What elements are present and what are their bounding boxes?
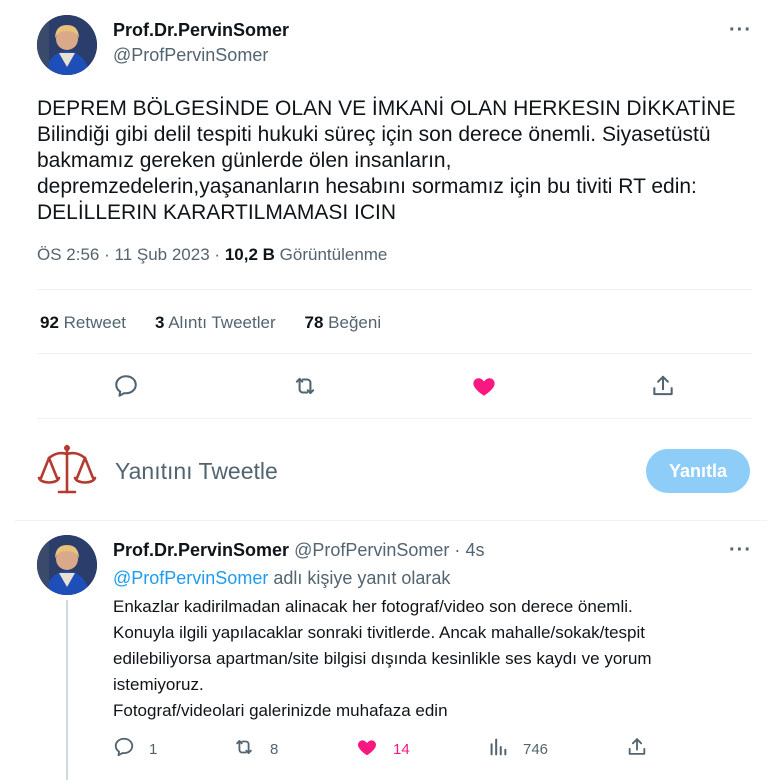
retweet-icon[interactable] xyxy=(289,370,321,402)
share-icon[interactable] xyxy=(626,736,648,763)
like-stat[interactable]: 78 Beğeni xyxy=(305,313,382,332)
divider xyxy=(37,418,752,419)
heart-icon[interactable] xyxy=(355,736,379,763)
divider xyxy=(37,289,752,290)
reply-avatar[interactable] xyxy=(37,535,97,595)
view-count: 746 xyxy=(523,740,549,758)
replying-to-suffix: adlı kişiye yanıt olarak xyxy=(268,568,451,588)
reply-line: edilebiliyorsa apartman/site bilgisi dış… xyxy=(113,649,652,668)
reply-text: Enkazlar kadirilmadan alinacak her fotog… xyxy=(113,594,763,724)
author-name[interactable]: Prof.Dr.PervinSomer xyxy=(113,20,289,41)
reply-dot: · xyxy=(454,540,461,560)
reply-line: Konuyla ilgili yapılacaklar sonraki tivi… xyxy=(113,623,645,642)
reply-action-retweet[interactable]: 8 xyxy=(232,736,278,762)
tweet-line: bakmamız gereken günlerde ölen insanları… xyxy=(37,149,452,172)
tweet-text: DEPREM BÖLGESİNDE OLAN VE İMKANİ OLAN HE… xyxy=(37,96,767,226)
replying-to-mention[interactable]: @ProfPervinSomer xyxy=(113,568,268,588)
reply-more-options-icon[interactable]: ··· xyxy=(729,539,752,562)
meta-separator: · xyxy=(104,245,110,264)
share-icon[interactable] xyxy=(647,370,679,402)
avatar[interactable] xyxy=(37,15,97,75)
views-label: Görüntülenme xyxy=(279,245,388,264)
reply-icon[interactable] xyxy=(110,370,142,402)
tweet-line: Bilindiği gibi delil tespiti hukuki süre… xyxy=(37,123,711,146)
quote-stat[interactable]: 3 Alıntı Tweetler xyxy=(155,313,276,332)
replying-to: @ProfPervinSomer adlı kişiye yanıt olara… xyxy=(113,568,450,589)
like-count: 14 xyxy=(393,740,410,758)
scales-of-justice-icon xyxy=(37,438,97,498)
reply-line: Fotograf/videolari galerinizde muhafaza … xyxy=(113,701,448,720)
tweet-date[interactable]: 11 Şub 2023 xyxy=(115,245,210,264)
reply-action-views[interactable]: 746 xyxy=(487,736,548,762)
tweet-meta: ÖS 2:56 · 11 Şub 2023 · 10,2 B Görüntüle… xyxy=(37,245,387,265)
reply-button[interactable]: Yanıtla xyxy=(646,449,750,493)
tweet-stats: 92 Retweet 3 Alıntı Tweetler 78 Beğeni xyxy=(40,313,381,333)
tweet-line: DELİLLERIN KARARTILMAMASI ICIN xyxy=(37,201,397,224)
reply-author-handle[interactable]: @ProfPervinSomer xyxy=(294,540,449,560)
reply-line: Enkazlar kadirilmadan alinacak her fotog… xyxy=(113,597,633,616)
reply-count: 1 xyxy=(149,740,158,758)
author-handle[interactable]: @ProfPervinSomer xyxy=(113,45,268,66)
heart-icon[interactable] xyxy=(468,370,500,402)
bar-chart-icon[interactable] xyxy=(487,736,509,763)
reply-action-reply[interactable]: 1 xyxy=(113,736,157,762)
retweet-icon[interactable] xyxy=(232,736,256,763)
tweet-line: depremzedelerin,yaşananların hesabını so… xyxy=(37,175,697,198)
more-options-icon[interactable]: ··· xyxy=(729,19,752,42)
divider xyxy=(37,353,752,354)
retweet-stat[interactable]: 92 Retweet xyxy=(40,313,126,332)
meta-separator: · xyxy=(214,245,221,264)
retweet-count: 8 xyxy=(270,740,279,758)
reply-line: istemiyoruz. xyxy=(113,675,204,694)
thread-line xyxy=(66,600,68,780)
reply-action-like[interactable]: 14 xyxy=(355,736,410,762)
view-count: 10,2 B xyxy=(224,245,275,264)
tweet-time[interactable]: ÖS 2:56 xyxy=(37,245,99,264)
reply-time[interactable]: 4s xyxy=(465,540,484,560)
reply-action-share[interactable] xyxy=(626,736,648,762)
reply-author-name[interactable]: Prof.Dr.PervinSomer xyxy=(113,540,289,560)
divider xyxy=(15,520,767,521)
reply-header: Prof.Dr.PervinSomer @ProfPervinSomer · 4… xyxy=(113,540,484,561)
reply-icon[interactable] xyxy=(113,736,135,763)
tweet-line: DEPREM BÖLGESİNDE OLAN VE İMKANİ OLAN HE… xyxy=(37,97,736,120)
reply-composer-input[interactable]: Yanıtını Tweetle xyxy=(115,458,278,485)
